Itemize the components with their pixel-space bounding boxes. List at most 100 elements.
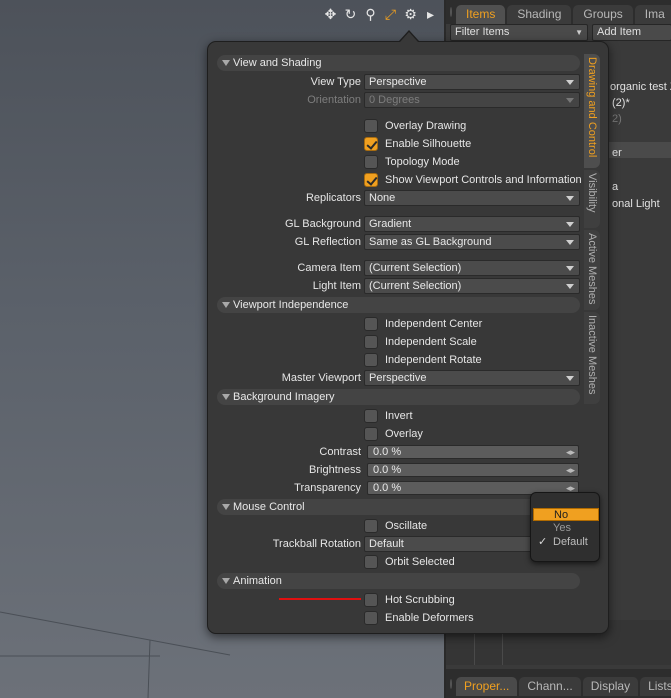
tab-properties[interactable]: Proper... — [456, 677, 518, 696]
topology-mode-checkbox[interactable]: Topology Mode — [364, 154, 460, 170]
replicators-dropdown[interactable]: None — [364, 190, 580, 206]
filter-items-dropdown[interactable]: Filter Items ▼ — [450, 24, 588, 41]
enable-deformers-checkbox[interactable]: Enable Deformers — [364, 610, 474, 626]
panel-menu-icon[interactable] — [450, 7, 452, 17]
trackball-rotation-value: Default — [369, 538, 404, 550]
overlay-drawing-checkbox[interactable]: Overlay Drawing — [364, 118, 466, 134]
transparency-label: Transparency — [294, 482, 361, 494]
orientation-dropdown[interactable]: 0 Degrees — [364, 92, 580, 108]
invert-checkbox[interactable]: Invert — [364, 408, 413, 424]
tab-shading[interactable]: Shading — [507, 5, 572, 24]
trackball-rotation-label: Trackball Rotation — [272, 538, 361, 550]
checkbox-box[interactable] — [364, 155, 378, 169]
play-arrow-icon[interactable]: ▸ — [422, 6, 439, 23]
light-item-dropdown[interactable]: (Current Selection) — [364, 278, 580, 294]
tab-lists[interactable]: Lists — [640, 677, 671, 696]
list-item[interactable]: organic test Z — [610, 81, 671, 93]
independent-scale-checkbox[interactable]: Independent Scale — [364, 334, 477, 350]
list-item[interactable]: er — [612, 147, 622, 159]
gl-background-label: GL Background — [284, 218, 361, 230]
rotate-icon[interactable]: ↻ — [342, 6, 359, 23]
tab-display[interactable]: Display — [582, 677, 639, 696]
tab-active-meshes[interactable]: Active Meshes — [584, 230, 600, 310]
chevron-down-icon — [566, 222, 574, 227]
light-item-value: (Current Selection) — [369, 280, 462, 292]
section-mouse-control[interactable]: Mouse Control — [217, 499, 580, 515]
oscillate-checkbox[interactable]: Oscillate — [364, 518, 427, 534]
checkbox-box[interactable] — [364, 137, 378, 151]
tab-drawing-and-control[interactable]: Drawing and Control — [584, 54, 600, 168]
master-viewport-dropdown[interactable]: Perspective — [364, 370, 580, 386]
filter-row: Filter Items ▼ Add Item — [450, 24, 671, 42]
zoom-icon[interactable]: ⚲ — [362, 6, 379, 23]
enable-silhouette-checkbox[interactable]: Enable Silhouette — [364, 136, 471, 152]
view-type-label: View Type — [310, 76, 361, 88]
checkbox-box[interactable] — [364, 173, 378, 187]
section-background-imagery[interactable]: Background Imagery — [217, 389, 580, 405]
checkbox-box[interactable] — [364, 611, 378, 625]
transparency-value: 0.0 % — [373, 482, 402, 494]
gl-reflection-dropdown[interactable]: Same as GL Background — [364, 234, 580, 250]
show-viewport-controls-checkbox[interactable]: Show Viewport Controls and Information — [364, 172, 582, 188]
slider-handle-icon[interactable]: ◂▸ — [566, 465, 575, 475]
menu-item-label: No — [554, 509, 569, 521]
move-icon[interactable]: ✥ — [322, 6, 339, 23]
checkbox-box[interactable] — [364, 409, 378, 423]
independent-center-checkbox[interactable]: Independent Center — [364, 316, 482, 332]
checkbox-box[interactable] — [364, 519, 378, 533]
checkbox-box[interactable] — [364, 119, 378, 133]
list-item[interactable]: onal Light — [612, 198, 660, 210]
tab-channels[interactable]: Chann... — [519, 677, 581, 696]
list-item[interactable]: (2)* — [612, 97, 630, 109]
view-type-dropdown[interactable]: Perspective — [364, 74, 580, 90]
gear-icon[interactable]: ⚙ — [402, 6, 419, 23]
add-item-label: Add Item — [597, 26, 642, 38]
section-view-shading[interactable]: View and Shading — [217, 55, 580, 71]
tab-items[interactable]: Items — [456, 5, 506, 24]
gl-reflection-label: GL Reflection — [294, 236, 361, 248]
list-item[interactable]: a — [612, 181, 618, 193]
checkbox-box[interactable] — [364, 555, 378, 569]
view-type-value: Perspective — [369, 76, 427, 88]
menu-item-no[interactable]: No — [533, 508, 599, 521]
tab-visibility[interactable]: Visibility — [584, 170, 600, 228]
overlay-checkbox[interactable]: Overlay — [364, 426, 423, 442]
red-annotation-underline — [279, 598, 361, 600]
orbit-selected-label: Orbit Selected — [385, 556, 455, 568]
independent-rotate-checkbox[interactable]: Independent Rotate — [364, 352, 482, 368]
items-panel-tabs: Items Shading Groups Ima — [446, 0, 671, 24]
orbit-selected-checkbox[interactable]: Orbit Selected — [364, 554, 455, 570]
menu-item-label: Default — [553, 536, 588, 548]
oscillate-label: Oscillate — [385, 520, 428, 532]
section-animation[interactable]: Animation — [217, 573, 580, 589]
orientation-label: Orientation — [307, 94, 361, 106]
checkbox-box[interactable] — [364, 317, 378, 331]
tab-groups[interactable]: Groups — [573, 5, 633, 24]
panel-menu-icon[interactable] — [450, 678, 452, 689]
camera-item-dropdown[interactable]: (Current Selection) — [364, 260, 580, 276]
slider-handle-icon[interactable]: ◂▸ — [566, 447, 575, 457]
checkbox-box[interactable] — [364, 353, 378, 367]
tab-images[interactable]: Ima — [634, 5, 671, 24]
maximize-icon[interactable]: ⤢ — [382, 6, 399, 23]
hot-scrubbing-checkbox[interactable]: Hot Scrubbing — [364, 592, 455, 608]
chevron-down-icon — [566, 284, 574, 289]
tab-label: Active Meshes — [586, 233, 598, 305]
add-item-button[interactable]: Add Item — [592, 24, 671, 41]
menu-item-default[interactable]: ✓ Default — [533, 536, 599, 549]
section-viewport-independence[interactable]: Viewport Independence — [217, 297, 580, 313]
check-icon: ✓ — [538, 536, 548, 548]
overlay-drawing-label: Overlay Drawing — [385, 120, 467, 132]
checkbox-box[interactable] — [364, 593, 378, 607]
contrast-label: Contrast — [319, 446, 361, 458]
checkbox-box[interactable] — [364, 427, 378, 441]
brightness-value: 0.0 % — [373, 464, 402, 476]
invert-label: Invert — [385, 410, 413, 422]
gl-background-dropdown[interactable]: Gradient — [364, 216, 580, 232]
contrast-slider[interactable]: 0.0 % ◂▸ — [367, 445, 579, 459]
list-item[interactable]: 2) — [612, 113, 622, 125]
checkbox-box[interactable] — [364, 335, 378, 349]
brightness-slider[interactable]: 0.0 % ◂▸ — [367, 463, 579, 477]
tab-inactive-meshes[interactable]: Inactive Meshes — [584, 312, 600, 404]
menu-item-yes[interactable]: Yes — [533, 522, 599, 535]
